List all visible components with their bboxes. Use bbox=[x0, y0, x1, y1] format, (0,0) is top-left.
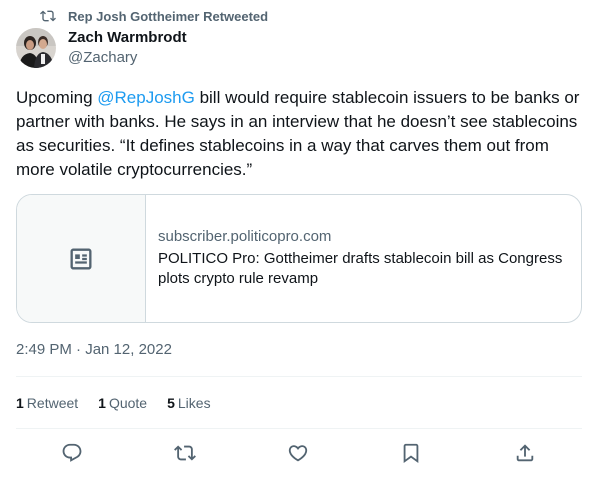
card-thumbnail bbox=[17, 195, 146, 322]
quotes-stat[interactable]: 1 Quote bbox=[98, 393, 147, 413]
article-icon bbox=[70, 248, 92, 269]
like-button[interactable] bbox=[285, 440, 311, 466]
divider bbox=[16, 376, 582, 377]
author-info: Zach Warmbrodt @Zachary bbox=[68, 28, 187, 68]
retweet-icon bbox=[174, 445, 196, 461]
card-title: POLITICO Pro: Gottheimer drafts stableco… bbox=[158, 250, 563, 287]
link-card[interactable]: subscriber.politicopro.com POLITICO Pro:… bbox=[16, 194, 582, 323]
retweets-count: 1 bbox=[16, 395, 24, 411]
bookmark-button[interactable] bbox=[398, 440, 424, 466]
tweet-text-before: Upcoming bbox=[16, 88, 98, 107]
share-button[interactable] bbox=[512, 440, 538, 466]
tweet-stats: 1 Retweet 1 Quote 5 Likes bbox=[16, 393, 231, 413]
reply-icon bbox=[62, 443, 82, 462]
action-bar bbox=[16, 440, 582, 466]
retweets-label: Retweet bbox=[26, 395, 79, 411]
card-body: subscriber.politicopro.com POLITICO Pro:… bbox=[146, 195, 581, 322]
quotes-count: 1 bbox=[98, 395, 106, 411]
avatar[interactable] bbox=[16, 28, 56, 68]
retweet-button[interactable] bbox=[172, 440, 198, 466]
retweet-context: Rep Josh Gottheimer Retweeted bbox=[40, 7, 268, 25]
card-domain: subscriber.politicopro.com bbox=[158, 228, 332, 245]
likes-label: Likes bbox=[177, 395, 211, 411]
retweets-stat[interactable]: 1 Retweet bbox=[16, 393, 78, 413]
tweet-timestamp[interactable]: 2:49 PM · Jan 12, 2022 bbox=[16, 340, 172, 360]
author-name[interactable]: Zach Warmbrodt bbox=[68, 28, 187, 48]
bookmark-icon bbox=[403, 443, 419, 464]
likes-stat[interactable]: 5 Likes bbox=[167, 393, 210, 413]
retweet-icon bbox=[40, 10, 56, 22]
like-icon bbox=[288, 445, 308, 462]
retweet-context-label[interactable]: Rep Josh Gottheimer Retweeted bbox=[68, 9, 268, 24]
likes-count: 5 bbox=[167, 395, 175, 411]
mention-link[interactable]: @RepJoshG bbox=[97, 88, 195, 107]
quotes-label: Quote bbox=[108, 395, 148, 411]
tweet-text: Upcoming @RepJoshG bill would require st… bbox=[16, 86, 582, 182]
reply-button[interactable] bbox=[59, 440, 85, 466]
avatar-image bbox=[16, 28, 56, 68]
share-icon bbox=[516, 444, 534, 462]
author-handle[interactable]: @Zachary bbox=[68, 48, 187, 68]
divider bbox=[16, 428, 582, 429]
